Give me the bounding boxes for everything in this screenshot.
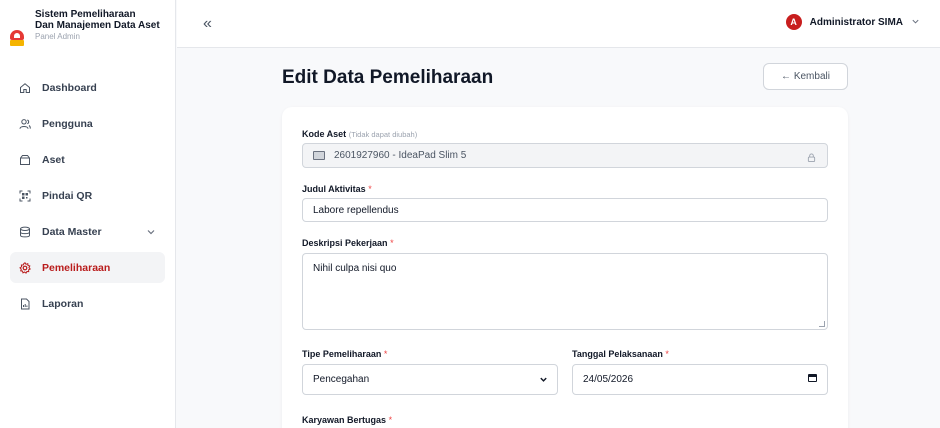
required-mark: * <box>390 238 394 248</box>
user-name: Administrator SIMA <box>809 16 903 28</box>
judul-label-text: Judul Aktivitas <box>302 184 366 194</box>
karyawan-label: Karyawan Bertugas * <box>302 415 392 425</box>
deskripsi-value: Nihil culpa nisi quo <box>313 263 397 274</box>
sidebar-nav: Dashboard Pengguna Aset Pindai QR Data M… <box>0 72 175 319</box>
qr-scan-icon <box>19 190 31 202</box>
sidebar: Sistem Pemeliharaan Dan Manajemen Data A… <box>0 0 176 428</box>
deskripsi-label: Deskripsi Pekerjaan * <box>302 238 394 248</box>
sidebar-item-label: Aset <box>42 153 65 166</box>
sidebar-item-data-master[interactable]: Data Master <box>10 216 165 247</box>
users-icon <box>19 118 31 130</box>
brand-title-line2: Dan Manajemen Data Aset <box>35 20 160 31</box>
lock-icon <box>807 153 816 165</box>
sidebar-item-dashboard[interactable]: Dashboard <box>10 72 165 103</box>
tanggal-label-text: Tanggal Pelaksanaan <box>572 349 663 359</box>
kode-aset-field: 2601927960 - IdeaPad Slim 5 <box>302 143 828 168</box>
required-mark: * <box>665 349 669 359</box>
page-title: Edit Data Pemeliharaan <box>282 67 494 88</box>
kode-aset-label: Kode Aset (Tidak dapat diubah) <box>302 129 417 139</box>
sidebar-item-pengguna[interactable]: Pengguna <box>10 108 165 139</box>
resize-handle-icon[interactable] <box>819 321 825 327</box>
brand-title-line1: Sistem Pemeliharaan <box>35 9 136 20</box>
tipe-label: Tipe Pemeliharaan * <box>302 349 387 359</box>
form-card: Kode Aset (Tidak dapat diubah) 260192796… <box>282 107 848 428</box>
chevron-down-icon <box>539 375 548 387</box>
document-icon <box>19 298 31 310</box>
tipe-value: Pencegahan <box>313 374 370 385</box>
karyawan-label-text: Karyawan Bertugas <box>302 415 387 425</box>
asset-card-icon <box>313 151 325 160</box>
home-icon <box>19 82 31 94</box>
back-button-label: ← Kembali <box>781 71 830 82</box>
logo-icon <box>10 30 24 46</box>
required-mark: * <box>383 349 388 359</box>
judul-value: Labore repellendus <box>313 204 399 216</box>
required-mark: * <box>368 184 372 194</box>
gear-icon <box>19 261 31 274</box>
brand-subtitle: Panel Admin <box>35 32 80 41</box>
back-button[interactable]: ← Kembali <box>763 63 848 90</box>
kode-aset-label-text: Kode Aset <box>302 129 347 139</box>
sidebar-item-laporan[interactable]: Laporan <box>10 288 165 319</box>
sidebar-item-pindai-qr[interactable]: Pindai QR <box>10 180 165 211</box>
judul-input[interactable]: Labore repellendus <box>302 198 828 222</box>
kode-aset-hint: (Tidak dapat diubah) <box>348 130 418 139</box>
user-menu[interactable]: A Administrator SIMA <box>785 13 920 31</box>
deskripsi-textarea[interactable]: Nihil culpa nisi quo <box>302 253 828 330</box>
topbar: « A Administrator SIMA <box>177 0 940 48</box>
tipe-label-text: Tipe Pemeliharaan <box>302 349 382 359</box>
brand[interactable]: Sistem Pemeliharaan Dan Manajemen Data A… <box>0 0 175 48</box>
deskripsi-label-text: Deskripsi Pekerjaan <box>302 238 388 248</box>
sidebar-item-label: Data Master <box>42 225 102 238</box>
chevron-down-icon <box>146 227 156 237</box>
box-icon <box>19 154 31 166</box>
avatar: A <box>785 14 802 30</box>
database-icon <box>19 226 31 238</box>
sidebar-item-pemeliharaan[interactable]: Pemeliharaan <box>10 252 165 283</box>
judul-label: Judul Aktivitas * <box>302 184 372 194</box>
sidebar-item-aset[interactable]: Aset <box>10 144 165 175</box>
sidebar-item-label: Pengguna <box>42 117 93 130</box>
calendar-icon[interactable] <box>808 374 817 382</box>
sidebar-item-label: Dashboard <box>42 81 97 94</box>
chevron-down-icon <box>911 13 920 31</box>
kode-aset-value: 2601927960 - IdeaPad Slim 5 <box>334 150 467 161</box>
collapse-sidebar-button[interactable]: « <box>203 16 212 32</box>
tanggal-date-input[interactable]: 24/05/2026 <box>572 364 828 395</box>
tanggal-label: Tanggal Pelaksanaan * <box>572 349 669 359</box>
sidebar-item-label: Pindai QR <box>42 189 93 202</box>
tanggal-value: 24/05/2026 <box>583 374 634 385</box>
sidebar-item-label: Pemeliharaan <box>42 261 111 274</box>
tipe-select[interactable]: Pencegahan <box>302 364 558 395</box>
sidebar-item-label: Laporan <box>42 297 84 310</box>
required-mark: * <box>388 415 393 425</box>
